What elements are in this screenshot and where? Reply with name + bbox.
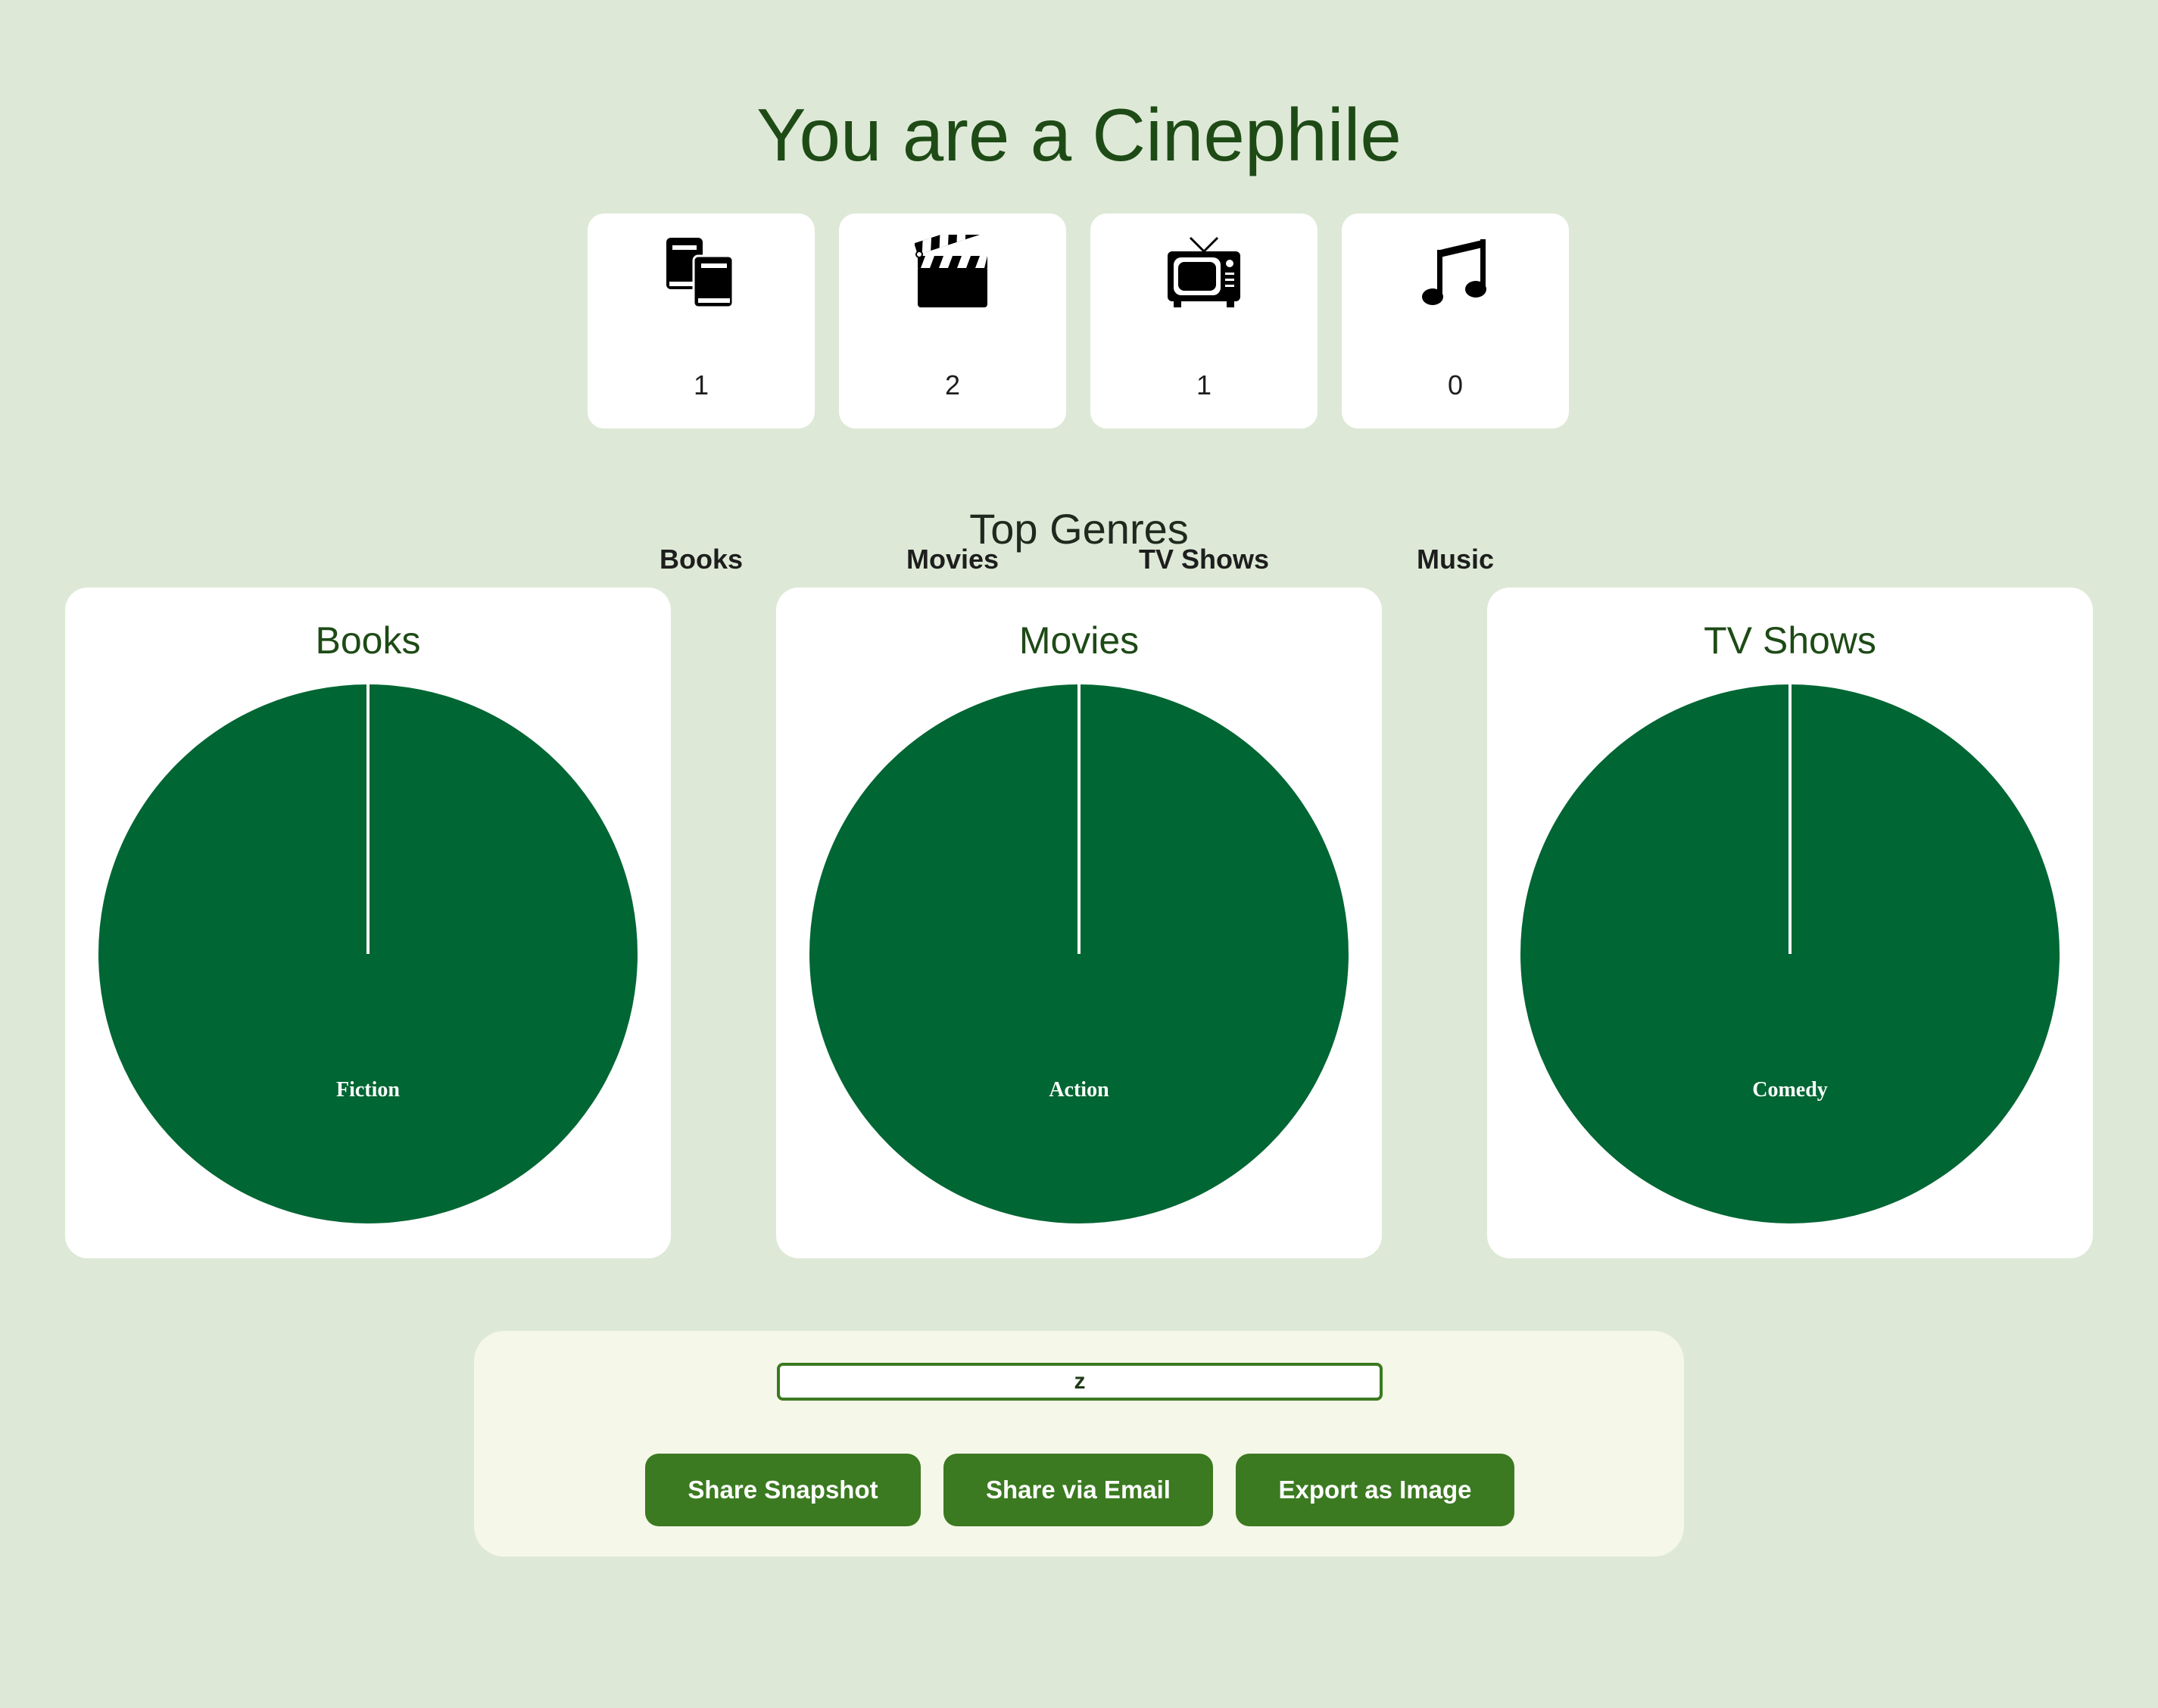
pie-slice-label: Comedy [1752,1078,1828,1102]
share-snapshot-button[interactable]: Share Snapshot [645,1454,921,1526]
count-card-music: Music 0 [1342,214,1569,575]
section-title: Top Genres [969,505,1189,553]
export-as-image-button[interactable]: Export as Image [1236,1454,1514,1526]
pie-card-tv-shows: TV Shows Comedy [1487,588,2093,1258]
pie-title: TV Shows [1704,619,1876,662]
pie-card-movies: Movies Action [776,588,1382,1258]
share-panel: Share Snapshot Share via Email Export as… [474,1331,1684,1557]
pie-chart: Fiction [98,684,638,1223]
television-icon [1168,236,1240,307]
share-via-email-button[interactable]: Share via Email [943,1454,1213,1526]
share-input[interactable] [777,1363,1383,1401]
pie-title: Movies [1018,619,1140,662]
pie-title: Books [315,619,421,662]
count-card-tv-shows: TV Shows 1 [1090,214,1318,575]
media-counts: Books 1 Movies 2 TV Shows 1 Music 0 [588,214,1569,575]
page-title: You are a Cinephile [756,93,1402,176]
count-card-books: Books 1 [588,214,815,575]
pie-chart: Comedy [1520,684,2060,1223]
pie-slice-label: Fiction [336,1078,400,1102]
count-value: 1 [1196,369,1212,401]
count-value: 0 [1447,369,1464,401]
pie-slice-label: Action [1049,1078,1109,1102]
music-note-icon [1422,239,1486,305]
clapperboard-icon [915,235,987,307]
books-icon [666,238,734,309]
count-value: 2 [944,369,961,401]
pie-card-books: Books Fiction [65,588,671,1258]
pie-chart: Action [809,684,1349,1223]
count-value: 1 [693,369,709,401]
count-card-movies: Movies 2 [839,214,1066,575]
